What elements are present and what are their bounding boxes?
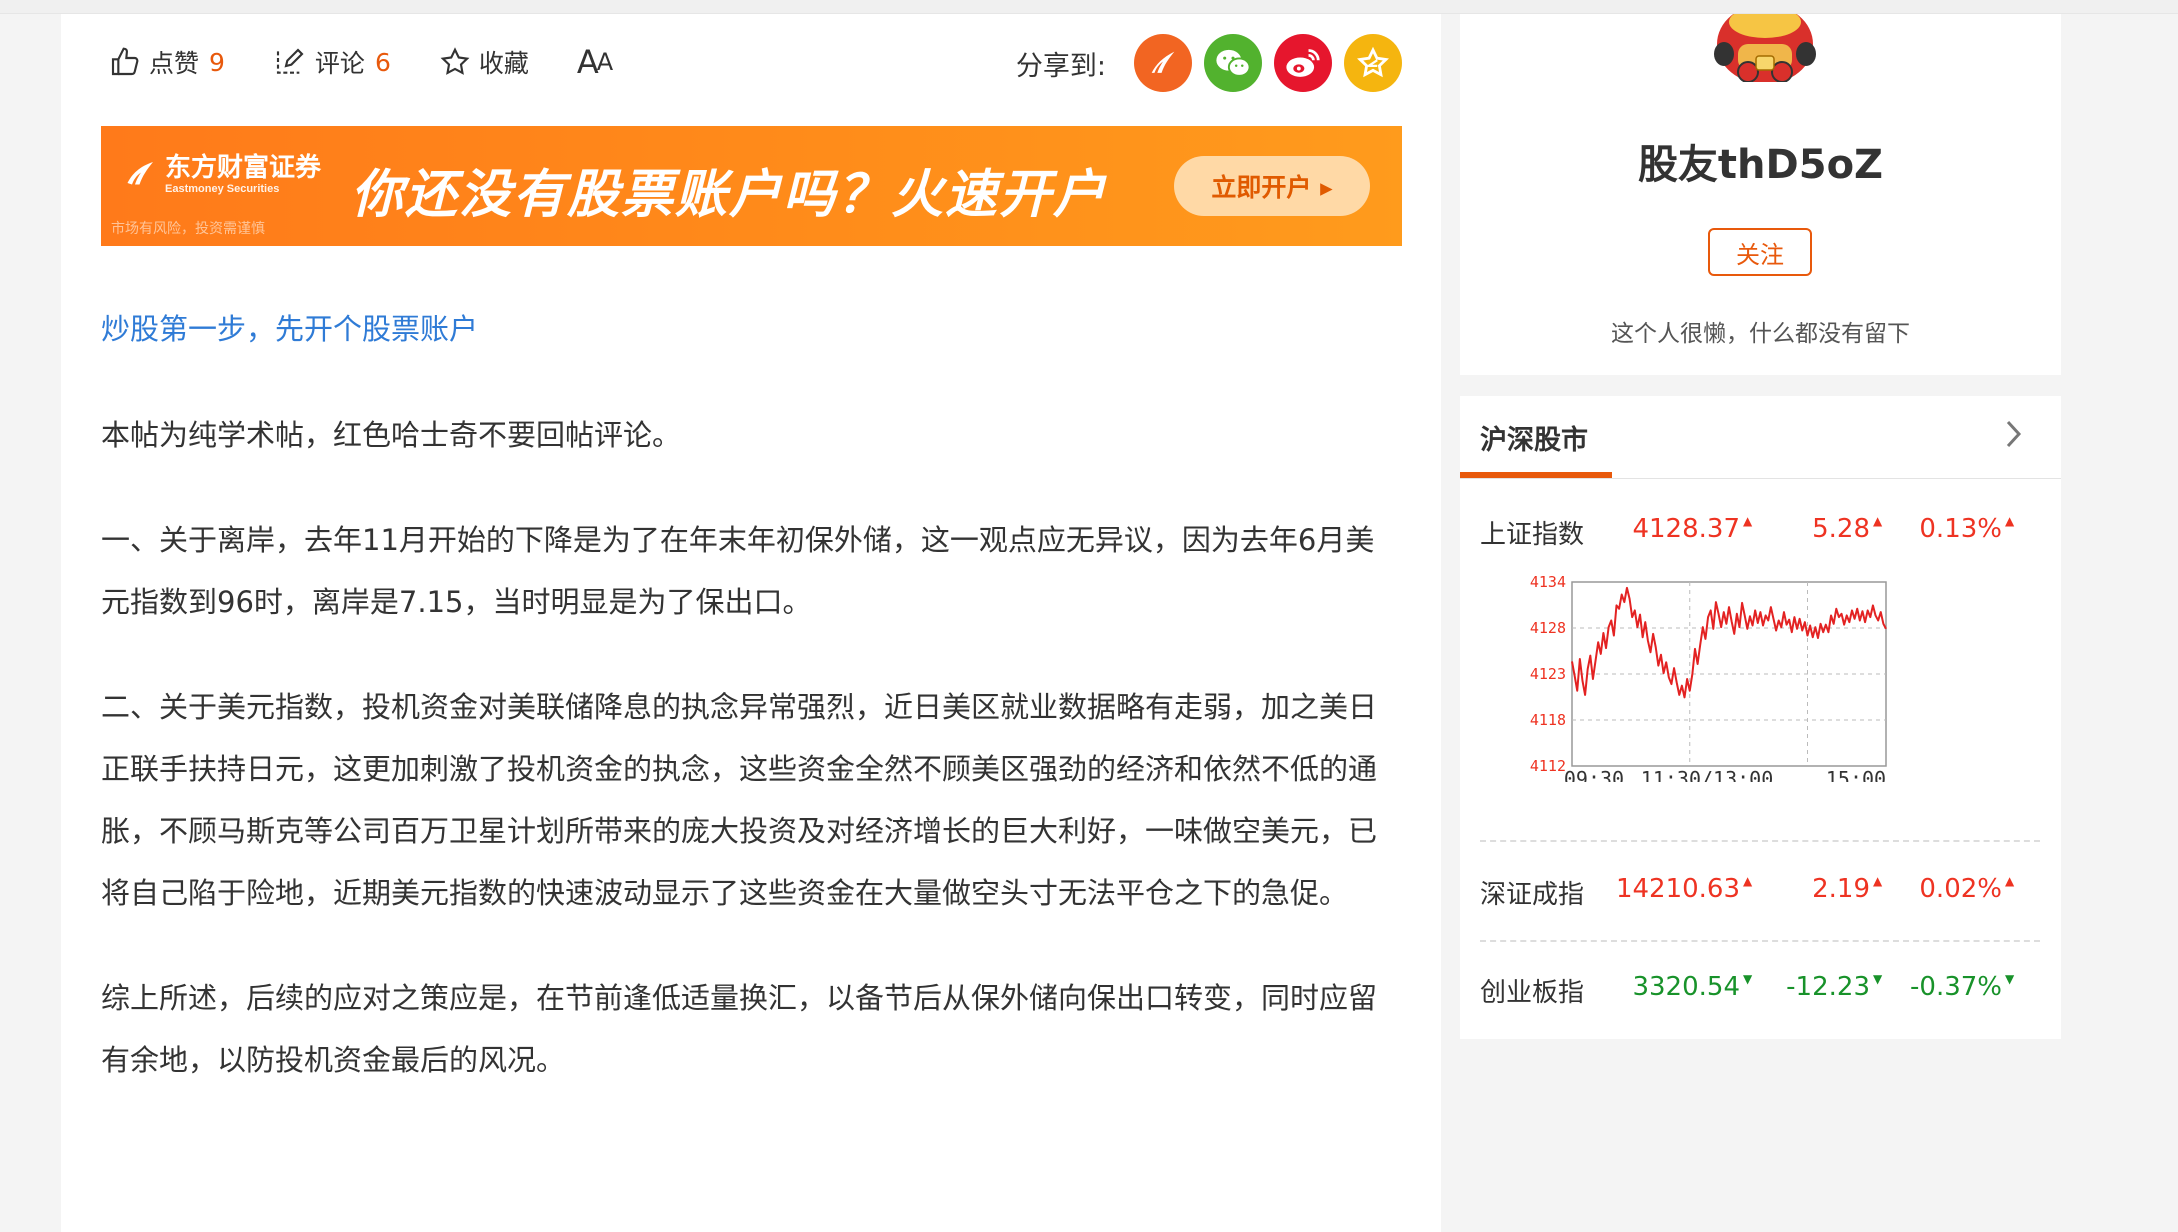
eastmoney-brand-icon [127,162,153,185]
banner-slogan: 你还没有股票账户吗？火速开户 [351,165,1108,225]
row-divider [1480,840,2040,842]
follow-button[interactable]: 关注 [1708,228,1812,276]
market-tab-shanghai-shenzhen[interactable]: 沪深股市 [1480,418,1588,457]
font-size-button[interactable]: AA [576,43,613,81]
share-favorite-button[interactable] [1344,34,1402,92]
arrow-up-icon: ▲ [2005,514,2015,528]
index-price: 14210.63 ▲ [1615,874,1753,904]
chart-y-tick-label: 4123 [1530,665,1566,683]
chart-x-tick-label: 09:30 [1564,767,1624,782]
star-badge-icon [1357,46,1389,78]
comment-label: 评论 [314,49,365,78]
index-change-percent: 0.02% ▲ [1919,874,2015,904]
chart-y-tick-label: 4128 [1530,619,1566,637]
banner-brand-en: Eastmoney Securities [165,182,280,195]
article-action-bar: 点赞 9 评论 6 收藏 AA [109,42,659,82]
favorite-button[interactable]: 收藏 [439,44,529,80]
author-profile-card: 股友thD5oZ 关注 这个人很懒，什么都没有留下 [1460,14,2061,375]
article-paragraph: 一、关于离岸，去年11月开始的下降是为了在年末年初保外储，这一观点应无异议，因为… [101,523,1375,619]
comment-button[interactable]: 评论 6 [273,44,391,80]
index-name: 上证指数 [1480,520,1585,550]
browser-top-strip [0,0,2178,14]
author-username[interactable]: 股友thD5oZ [1460,132,2061,190]
chart-y-tick-label: 4112 [1530,757,1566,775]
wechat-icon [1216,49,1251,77]
banner-open-account-button[interactable]: 立即开户 ▸ [1174,156,1370,216]
eastmoney-logo-icon [1151,51,1175,73]
market-header: 沪深股市 [1460,396,2061,479]
banner-risk-note: 市场有风险，投资需谨慎 [111,221,265,237]
market-widget: 沪深股市 上证指数 4128.37 ▲ 5.28 ▲ 0.13% ▲ 4134 4128… [1460,396,2061,1039]
like-label: 点赞 [149,49,200,78]
open-account-banner[interactable]: 东方财富证券 Eastmoney Securities 市场有风险，投资需谨慎 你… [101,126,1402,246]
share-label: 分享到: [1015,50,1106,82]
article-paragraph: 综上所述，后续的应对之策应是，在节前逢低适量换汇，以备节后从保外储向保出口转变，… [101,981,1378,1077]
index-price: 3320.54 ▼ [1632,972,1753,1002]
chart-x-tick-label: 11:30/13:00 [1641,767,1773,782]
index-name: 创业板指 [1480,978,1585,1008]
arrow-up-icon: ▲ [1743,874,1753,888]
font-size-icon-small: A [596,48,613,76]
like-button[interactable]: 点赞 9 [109,44,225,80]
article-content: 本帖为纯学术帖，红色哈士奇不要回帖评论。 一、关于离岸，去年11月开始的下降是为… [101,404,1402,1134]
arrow-up-icon: ▲ [1743,514,1753,528]
index-change-percent: 0.13% ▲ [1919,514,2015,544]
star-outline-icon [440,47,470,75]
arrow-up-icon: ▲ [2005,874,2015,888]
index-row-sse[interactable]: 上证指数 4128.37 ▲ 5.28 ▲ 0.13% ▲ [1480,514,2040,554]
sse-intraday-chart[interactable]: 4134 4128 4123 4118 411209:30 11:30/13:00 15:0… [1516,572,2036,782]
share-bar: 分享到: [1016,34,1402,92]
share-eastmoney-button[interactable] [1134,34,1192,92]
arrow-down-icon: ▼ [1873,972,1883,986]
edit-icon [276,48,304,74]
favorite-label: 收藏 [478,49,529,78]
chart-y-tick-label: 4118 [1530,711,1566,729]
index-change: 2.19 ▲ [1812,874,1883,904]
article-paragraph: 本帖为纯学术帖，红色哈士奇不要回帖评论。 [101,418,682,452]
chart-y-tick-label: 4134 [1530,573,1566,591]
chart-x-tick-label: 15:00 [1826,767,1886,782]
open-account-link[interactable]: 炒股第一步，先开个股票账户 [101,306,478,348]
font-size-icon-large: A [576,43,599,81]
avatar[interactable] [1700,14,1830,82]
thumb-up-icon [111,47,139,76]
index-name: 深证成指 [1480,880,1585,910]
index-change: -12.23 ▼ [1786,972,1883,1002]
index-change: 5.28 ▲ [1812,514,1883,544]
arrow-down-icon: ▼ [2005,972,2015,986]
arrow-up-icon: ▲ [1873,874,1883,888]
arrow-up-icon: ▲ [1873,514,1883,528]
index-row-chinext[interactable]: 创业板指 3320.54 ▼ -12.23 ▼ -0.37% ▼ [1480,972,2040,1012]
comment-count: 6 [374,47,391,77]
like-count: 9 [209,47,225,77]
banner-brand-logo: 东方财富证券 Eastmoney Securities [123,154,321,195]
article-paragraph: 二、关于美元指数，投机资金对美联储降息的执念异常强烈，近日美区就业数据略有走弱，… [101,690,1378,910]
share-weibo-button[interactable] [1274,34,1332,92]
chevron-right-icon[interactable] [2001,418,2025,450]
index-change-percent: -0.37% ▼ [1910,972,2015,1002]
banner-brand-name: 东方财富证券 [165,153,322,183]
arrow-down-icon: ▼ [1743,972,1753,986]
index-row-szse[interactable]: 深证成指 14210.63 ▲ 2.19 ▲ 0.02% ▲ [1480,874,2040,914]
author-bio: 这个人很懒，什么都没有留下 [1611,321,1910,347]
share-wechat-button[interactable] [1204,34,1262,92]
market-tab-indicator [1460,472,1612,478]
article-panel: 点赞 9 评论 6 收藏 AA 分享到: 东方财富证券 Eastmoney Se… [61,14,1441,1232]
weibo-icon [1286,49,1320,77]
index-price: 4128.37 ▲ [1632,514,1753,544]
row-divider [1480,940,2040,942]
